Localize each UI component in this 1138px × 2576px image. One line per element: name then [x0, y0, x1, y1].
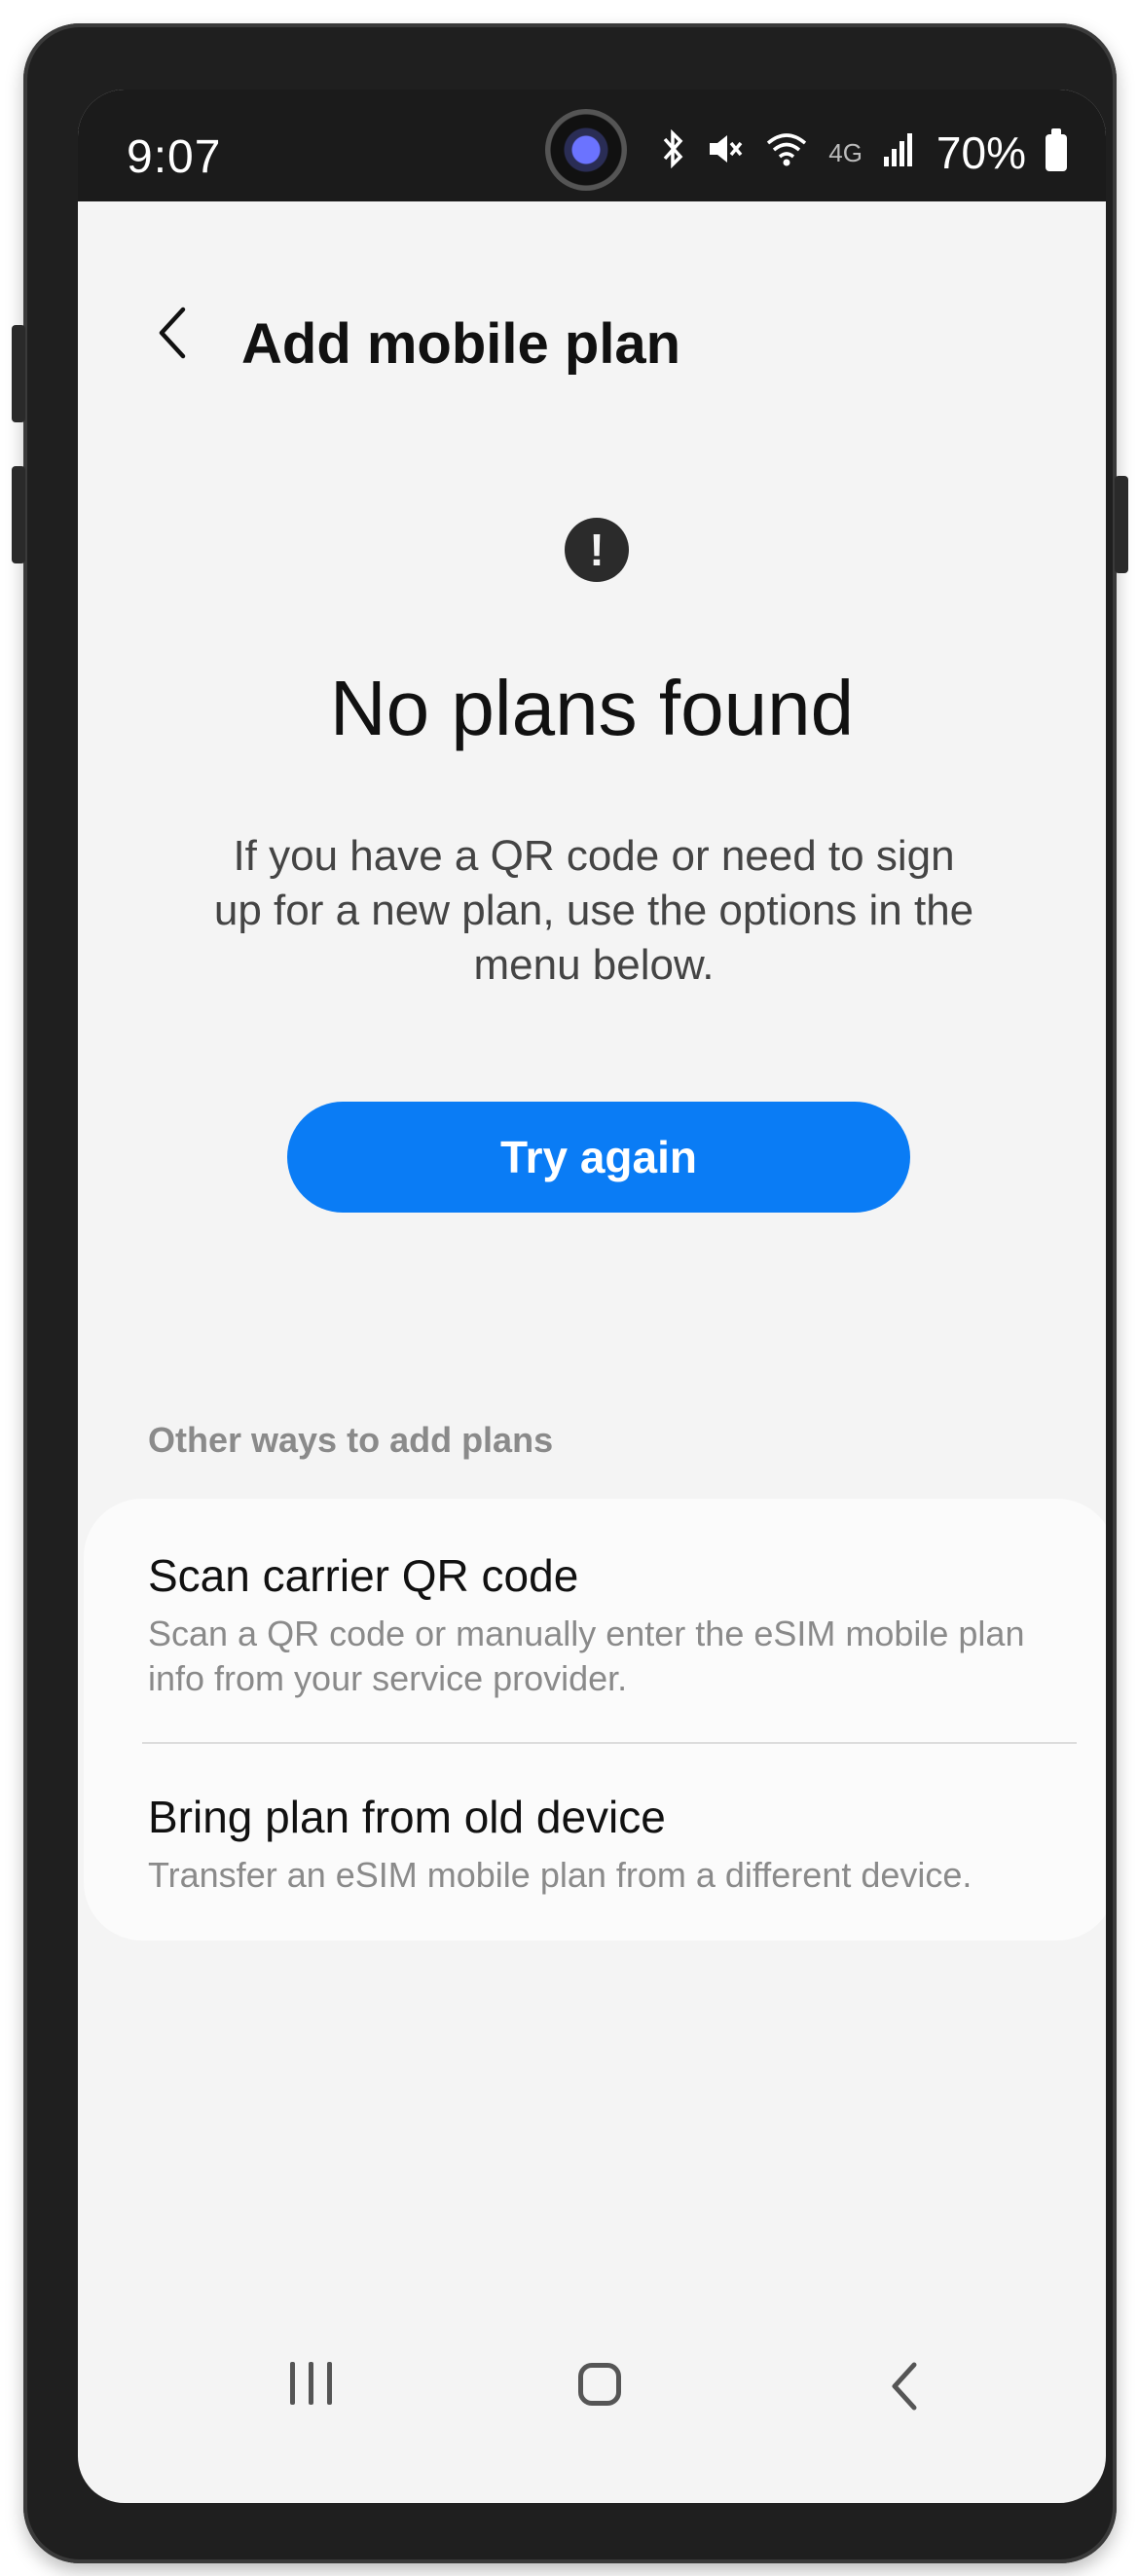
- volume-button: [12, 325, 25, 422]
- divider: [142, 1742, 1077, 1744]
- back-icon[interactable]: [881, 2359, 930, 2413]
- battery-percent: 70%: [936, 127, 1026, 178]
- section-label-other-ways: Other ways to add plans: [148, 1420, 554, 1460]
- scan-qr-code-title: Scan carrier QR code: [148, 1550, 579, 1601]
- page-title: Add mobile plan: [241, 312, 681, 376]
- bring-plan-item[interactable]: Bring plan from old device Transfer an e…: [148, 1791, 1077, 1898]
- nav-bar: [78, 2328, 1106, 2445]
- home-icon[interactable]: [578, 2363, 621, 2406]
- scan-qr-code-subtitle: Scan a QR code or manually enter the eSI…: [148, 1614, 1025, 1698]
- no-plans-description: If you have a QR code or need to sign up…: [213, 832, 974, 989]
- status-time: 9:07: [127, 131, 222, 183]
- power-button: [1115, 476, 1128, 573]
- bixby-button: [12, 466, 25, 563]
- exclamation-circle-icon: !: [565, 518, 629, 582]
- mute-icon: [706, 129, 745, 177]
- scan-qr-code-item[interactable]: Scan carrier QR code Scan a QR code or m…: [148, 1549, 1077, 1701]
- battery-icon: [1046, 128, 1067, 171]
- signal-icon: [882, 129, 917, 177]
- phone-frame: 9:07 4G 70% Add mobile plan ! No plans f…: [12, 23, 1128, 2563]
- back-arrow-icon[interactable]: [146, 304, 204, 362]
- recents-icon[interactable]: [290, 2362, 332, 2405]
- bluetooth-icon: [661, 128, 686, 177]
- network-4g-icon: 4G: [828, 137, 863, 167]
- wifi-icon: [764, 129, 809, 177]
- status-icons: 4G 70%: [661, 127, 1067, 179]
- app-bar: Add mobile plan: [78, 274, 1106, 391]
- no-plans-heading: No plans found: [329, 665, 855, 751]
- status-bar: 9:07 4G 70%: [78, 90, 1106, 201]
- screen: 9:07 4G 70% Add mobile plan ! No plans f…: [78, 90, 1106, 2503]
- front-camera: [545, 109, 627, 191]
- other-ways-card: Scan carrier QR code Scan a QR code or m…: [84, 1499, 1106, 1941]
- try-again-button[interactable]: Try again: [287, 1102, 910, 1213]
- bring-plan-subtitle: Transfer an eSIM mobile plan from a diff…: [148, 1855, 973, 1895]
- bring-plan-title: Bring plan from old device: [148, 1792, 666, 1842]
